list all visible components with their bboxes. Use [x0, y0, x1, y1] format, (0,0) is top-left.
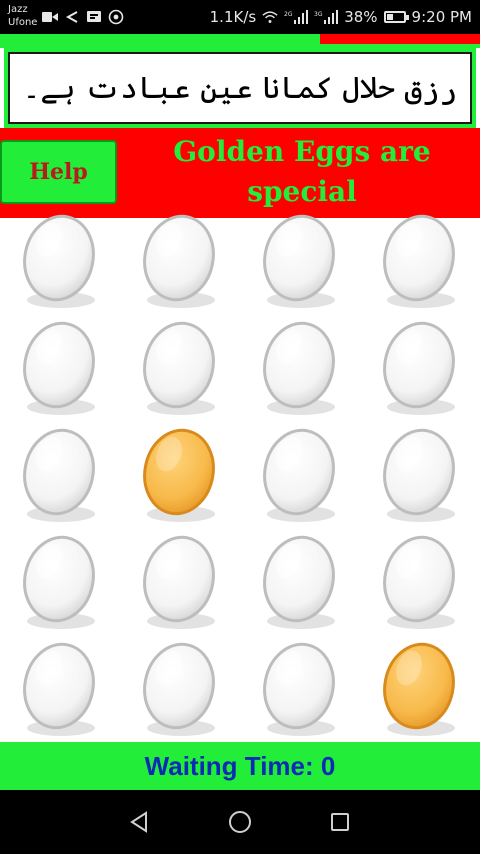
home-button[interactable] — [220, 802, 260, 842]
banner-urdu-text: رزق حلال کمانا عین عبادت ہے۔ — [22, 70, 458, 106]
egg-grid — [0, 206, 480, 742]
waiting-time-label: Waiting Time: 0 — [144, 750, 336, 781]
home-icon — [229, 811, 251, 833]
egg-white[interactable] — [120, 313, 240, 420]
signal-2g-icon: 2G — [284, 10, 309, 24]
egg-golden[interactable] — [120, 420, 240, 527]
network-3g-label: 3G — [314, 11, 323, 18]
egg-white[interactable] — [360, 206, 480, 313]
egg-white[interactable] — [240, 206, 360, 313]
carrier-line-1: Jazz — [8, 4, 28, 15]
egg-white[interactable] — [0, 634, 120, 741]
golden-egg-icon — [143, 428, 215, 522]
white-egg-icon — [23, 535, 95, 629]
whatsapp-icon — [108, 9, 124, 25]
egg-white[interactable] — [240, 420, 360, 527]
white-egg-icon — [23, 642, 95, 736]
signal-3g-icon: 3G — [314, 10, 339, 24]
egg-white[interactable] — [240, 313, 360, 420]
header-bar: Help Golden Eggs are special — [0, 128, 480, 218]
white-egg-icon — [143, 214, 215, 308]
white-egg-icon — [383, 321, 455, 415]
send-icon — [64, 10, 80, 24]
white-egg-icon — [383, 428, 455, 522]
egg-white[interactable] — [120, 634, 240, 741]
recents-icon — [331, 813, 349, 831]
egg-white[interactable] — [0, 527, 120, 634]
egg-white[interactable] — [360, 527, 480, 634]
recents-button[interactable] — [320, 802, 360, 842]
egg-white[interactable] — [0, 420, 120, 527]
battery-icon — [383, 11, 409, 23]
white-egg-icon — [143, 321, 215, 415]
banner-text: رزق حلال کمانا عین عبادت ہے۔ — [8, 52, 472, 124]
header-title: Golden Eggs are special — [173, 135, 431, 208]
white-egg-icon — [263, 321, 335, 415]
banner: رزق حلال کمانا عین عبادت ہے۔ — [4, 48, 476, 128]
wifi-icon — [262, 10, 278, 24]
notification-icons — [42, 8, 124, 26]
status-right: 1.1K/s 2G 3G 38% 9:20 PM — [210, 8, 472, 26]
egg-white[interactable] — [120, 206, 240, 313]
white-egg-icon — [23, 214, 95, 308]
navigation-bar — [0, 790, 480, 854]
carrier-label: Jazz Ufone — [8, 3, 37, 29]
egg-white[interactable] — [0, 313, 120, 420]
golden-egg-icon — [383, 642, 455, 736]
video-camera-icon — [42, 10, 58, 24]
white-egg-icon — [143, 642, 215, 736]
white-egg-icon — [263, 214, 335, 308]
egg-white[interactable] — [0, 206, 120, 313]
back-button[interactable] — [120, 802, 160, 842]
back-icon — [130, 811, 147, 833]
egg-golden[interactable] — [360, 634, 480, 741]
battery-percent: 38% — [344, 8, 378, 26]
egg-white[interactable] — [240, 527, 360, 634]
white-egg-icon — [263, 428, 335, 522]
white-egg-icon — [383, 535, 455, 629]
white-egg-icon — [143, 535, 215, 629]
egg-white[interactable] — [360, 313, 480, 420]
top-red-tab — [320, 34, 480, 44]
egg-white[interactable] — [360, 420, 480, 527]
white-egg-icon — [263, 535, 335, 629]
network-speed: 1.1K/s — [209, 8, 257, 26]
white-egg-icon — [263, 642, 335, 736]
message-icon — [86, 10, 102, 24]
app-screen: رزق حلال کمانا عین عبادت ہے۔ Help Golden… — [0, 34, 480, 790]
egg-white[interactable] — [120, 527, 240, 634]
clock: 9:20 PM — [411, 8, 472, 26]
white-egg-icon — [23, 428, 95, 522]
status-bar: Jazz Ufone 1.1K/s 2G 3G 38% 9:20 PM — [0, 0, 480, 34]
white-egg-icon — [23, 321, 95, 415]
egg-white[interactable] — [240, 634, 360, 741]
carrier-line-2: Ufone — [8, 17, 38, 28]
help-button[interactable]: Help — [0, 140, 117, 204]
footer-bar: Waiting Time: 0 — [0, 742, 480, 790]
white-egg-icon — [383, 214, 455, 308]
network-2g-label: 2G — [284, 11, 293, 18]
